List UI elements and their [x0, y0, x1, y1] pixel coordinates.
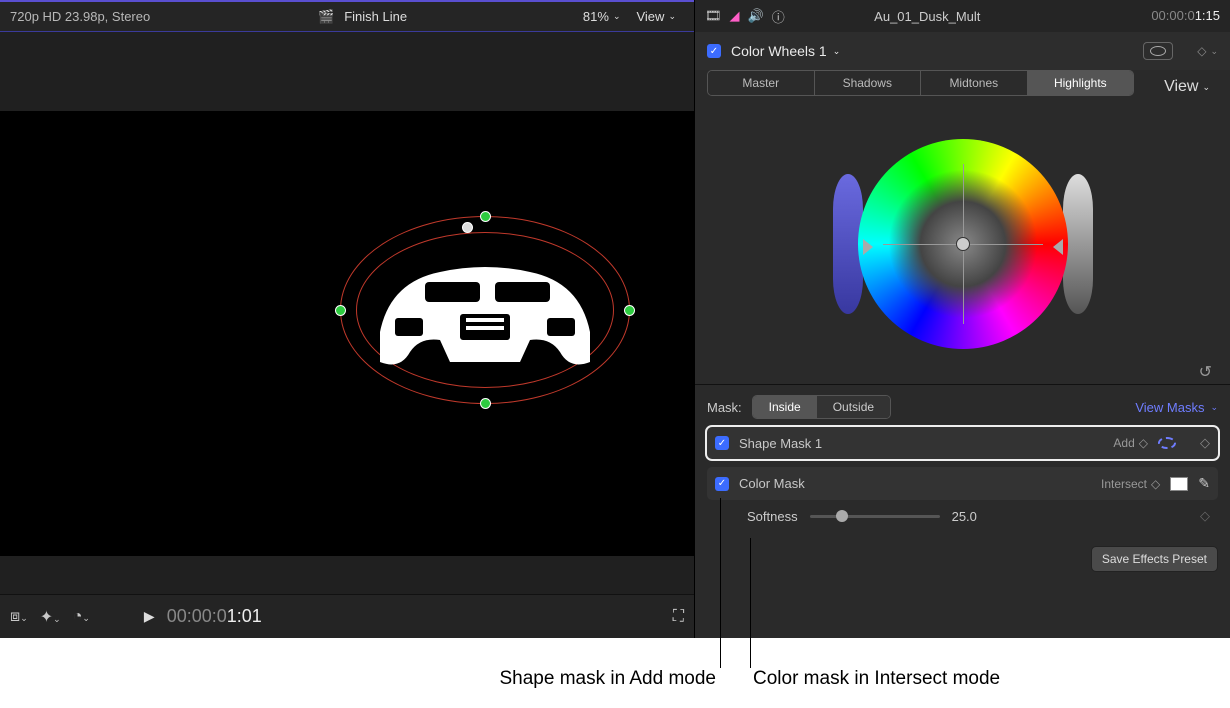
keyframe-button[interactable]: ◇ ⌄: [1197, 44, 1218, 58]
viewer-toolbar: ⧈⌄ ✦⌄ ◔⌄ ▶ 00:00:01:01 ⛶: [0, 594, 694, 638]
mask-label: Mask:: [707, 400, 742, 415]
viewer-panel: 720p HD 23.98p, Stereo 🎬 Finish Line 81%…: [0, 0, 695, 638]
view-masks-dropdown[interactable]: View Masks ⌄: [1135, 400, 1218, 415]
viewer-clip-title: Finish Line: [340, 9, 407, 24]
zoom-value: 81%: [583, 9, 609, 24]
chevron-down-icon: ⌄: [613, 11, 621, 22]
view-label: View: [636, 9, 664, 24]
fullscreen-icon[interactable]: ⛶: [673, 608, 684, 626]
crop-tool-icon[interactable]: ⧈⌄: [10, 608, 28, 626]
sat-indicator: [863, 239, 873, 255]
tab-highlights[interactable]: Highlights: [1028, 71, 1134, 95]
softness-label: Softness: [747, 509, 798, 524]
mask-section: Mask: Inside Outside View Masks ⌄ ✓ Shap…: [695, 384, 1230, 534]
mask-handle-left[interactable]: [335, 305, 346, 316]
mask-item-color[interactable]: ✓ Color Mask Intersect ◇ ✎: [707, 467, 1218, 500]
updown-icon: ◇: [1151, 477, 1160, 491]
bright-indicator: [1053, 239, 1063, 255]
mask-handle-bottom[interactable]: [480, 398, 491, 409]
color-tab-icon[interactable]: ◢: [730, 8, 740, 24]
video-tab-icon[interactable]: 🎞: [705, 8, 722, 24]
color-mask-swatch[interactable]: [1170, 477, 1188, 491]
inspector-timecode: 00:00:01:15: [1151, 8, 1220, 24]
color-mask-name: Color Mask: [739, 476, 805, 491]
callout-line-shape: [720, 498, 721, 668]
timecode-active: 1:01: [227, 606, 262, 626]
shape-mask-overlay[interactable]: [340, 216, 630, 404]
mask-rotation-handle[interactable]: [462, 222, 473, 233]
tab-master[interactable]: Master: [708, 71, 815, 95]
save-effects-preset-button[interactable]: Save Effects Preset: [1091, 546, 1218, 572]
play-button[interactable]: ▶: [144, 608, 155, 625]
save-preset-row: Save Effects Preset: [695, 534, 1230, 584]
car-silhouette: [370, 252, 600, 382]
shape-mask-icon[interactable]: [1158, 437, 1176, 449]
chevron-down-icon: ⌄: [668, 11, 676, 22]
inspector-panel: 🎞 ◢ 🔊 ⓘ Au_01_Dusk_Mult 00:00:01:15 ✓ Co…: [695, 0, 1230, 638]
tab-shadows[interactable]: Shadows: [815, 71, 922, 95]
wheel-view-dropdown[interactable]: View ⌄: [1156, 78, 1218, 96]
zoom-dropdown[interactable]: 81% ⌄: [575, 9, 629, 24]
color-mask-mode-dropdown[interactable]: Intersect ◇: [1101, 477, 1160, 491]
effect-enable-checkbox[interactable]: ✓: [707, 44, 721, 58]
mask-item-shape[interactable]: ✓ Shape Mask 1 Add ◇ ◇: [707, 427, 1218, 459]
mask-inside-outside-seg: Inside Outside: [752, 395, 891, 419]
viewer-format: 720p HD 23.98p, Stereo: [10, 9, 150, 24]
softness-value[interactable]: 25.0: [952, 509, 977, 524]
mask-inside-button[interactable]: Inside: [753, 396, 817, 418]
shape-mask-name: Shape Mask 1: [739, 436, 822, 451]
clapper-icon: 🎬: [318, 9, 334, 25]
viewer-timecode: 00:00:01:01: [167, 606, 262, 627]
mask-shape-button[interactable]: [1143, 42, 1173, 60]
enhance-tool-icon[interactable]: ✦⌄: [40, 607, 61, 627]
mask-handle-right[interactable]: [624, 305, 635, 316]
callout-shape: Shape mask in Add mode: [326, 668, 716, 690]
wheel-tabs: Master Shadows Midtones Highlights: [707, 70, 1134, 96]
viewer-header: 720p HD 23.98p, Stereo 🎬 Finish Line 81%…: [0, 0, 694, 32]
wheel-tabs-row: Master Shadows Midtones Highlights View …: [695, 70, 1230, 104]
color-wheel-area: ↺: [695, 104, 1230, 384]
viewer-canvas[interactable]: [0, 32, 694, 594]
chevron-down-icon: ⌄: [1210, 46, 1218, 57]
color-wheel[interactable]: [833, 114, 1093, 374]
chevron-down-icon: ⌄: [833, 46, 841, 57]
tab-midtones[interactable]: Midtones: [921, 71, 1028, 95]
effect-name-dropdown[interactable]: Color Wheels 1 ⌄: [731, 43, 840, 59]
video-frame: [0, 111, 694, 556]
softness-row: Softness 25.0 ◇: [707, 500, 1218, 524]
color-mask-checkbox[interactable]: ✓: [715, 477, 729, 491]
slider-thumb[interactable]: [836, 510, 848, 522]
chevron-down-icon: ⌄: [1210, 402, 1218, 413]
callout-line-color: [750, 538, 751, 668]
audio-tab-icon[interactable]: 🔊: [748, 8, 764, 24]
callout-layer: Shape mask in Add mode Color mask in Int…: [0, 638, 1230, 708]
viewer-view-dropdown[interactable]: View ⌄: [628, 9, 684, 24]
info-tab-icon[interactable]: ⓘ: [772, 7, 785, 26]
reset-icon[interactable]: ↺: [1199, 362, 1212, 382]
app-window: 720p HD 23.98p, Stereo 🎬 Finish Line 81%…: [0, 0, 1230, 638]
wheel-puck[interactable]: [956, 237, 970, 251]
retime-tool-icon[interactable]: ◔⌄: [73, 608, 90, 626]
diamond-icon: ◇: [1197, 44, 1206, 58]
chevron-down-icon: ⌄: [1202, 82, 1210, 93]
inspector-clip-name: Au_01_Dusk_Mult: [874, 9, 980, 24]
callout-color: Color mask in Intersect mode: [753, 668, 1000, 690]
mask-handle-top[interactable]: [480, 211, 491, 222]
mask-row: Mask: Inside Outside View Masks ⌄: [707, 395, 1218, 419]
timecode-dim: 00:00:0: [167, 606, 227, 626]
shape-mask-checkbox[interactable]: ✓: [715, 436, 729, 450]
effect-header: ✓ Color Wheels 1 ⌄ ◇ ⌄: [695, 32, 1230, 70]
updown-icon: ◇: [1139, 436, 1148, 450]
shape-mask-mode-dropdown[interactable]: Add ◇: [1113, 436, 1148, 450]
inspector-header: 🎞 ◢ 🔊 ⓘ Au_01_Dusk_Mult 00:00:01:15: [695, 0, 1230, 32]
keyframe-diamond-icon[interactable]: ◇: [1200, 435, 1210, 451]
mask-outside-button[interactable]: Outside: [817, 396, 890, 418]
softness-slider[interactable]: [810, 515, 940, 518]
eyedropper-icon[interactable]: ✎: [1198, 475, 1210, 492]
keyframe-diamond-icon[interactable]: ◇: [1200, 508, 1210, 524]
